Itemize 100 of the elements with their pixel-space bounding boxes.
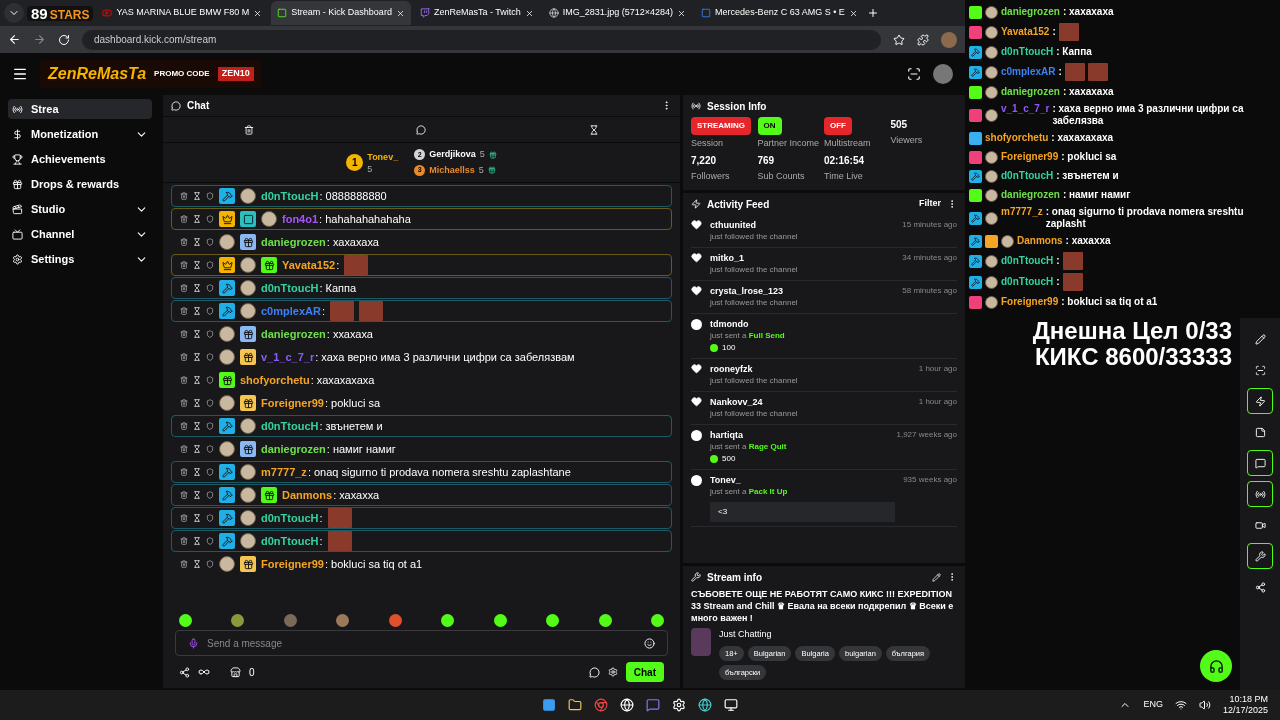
hourglass-icon[interactable] (193, 376, 201, 384)
chat-icon[interactable] (416, 124, 427, 135)
hourglass-icon[interactable] (193, 422, 201, 430)
shield-icon[interactable] (206, 514, 214, 522)
emote-icon[interactable] (493, 613, 507, 627)
sidebar-item[interactable]: Monetization (8, 124, 152, 144)
rail-button[interactable] (1247, 481, 1273, 507)
sidebar-item[interactable]: Drops & rewards (8, 174, 152, 194)
rail-button[interactable] (1247, 450, 1273, 476)
feed-action: just followed the channel (710, 231, 799, 243)
shield-icon[interactable] (206, 192, 214, 200)
sidebar-item[interactable]: Strea (8, 99, 152, 119)
language-indicator[interactable]: ENG (1143, 698, 1163, 712)
browser-icon[interactable] (594, 698, 608, 712)
hourglass-icon[interactable] (193, 238, 201, 246)
chat-button[interactable]: Chat (625, 662, 664, 682)
extensions-icon[interactable] (917, 33, 929, 46)
shield-icon[interactable] (206, 468, 214, 476)
shield-icon[interactable] (206, 445, 214, 453)
hourglass-icon[interactable] (193, 399, 201, 407)
shield-icon[interactable] (206, 215, 214, 223)
shield-icon[interactable] (206, 376, 214, 384)
reload-icon[interactable] (58, 33, 70, 46)
hourglass-icon[interactable] (193, 192, 201, 200)
hourglass-icon[interactable] (193, 307, 201, 315)
hourglass-icon[interactable] (193, 445, 201, 453)
shield-icon[interactable] (206, 353, 214, 361)
emote-icon[interactable] (598, 613, 612, 627)
filter-button[interactable]: Filter (919, 197, 941, 211)
hourglass-icon[interactable] (193, 330, 201, 338)
sidebar-item[interactable]: Settings (8, 249, 152, 269)
shield-icon[interactable] (206, 422, 214, 430)
screen-capture-icon[interactable] (907, 67, 921, 81)
close-icon[interactable] (524, 8, 534, 18)
chat-icon[interactable] (588, 666, 600, 678)
hourglass-icon[interactable] (193, 560, 201, 568)
emote-icon[interactable] (650, 613, 664, 627)
shield-icon[interactable] (206, 491, 214, 499)
chat-app-icon[interactable] (646, 698, 660, 712)
emote-icon[interactable] (441, 613, 455, 627)
rail-button[interactable] (1247, 543, 1273, 569)
shield-icon[interactable] (206, 537, 214, 545)
profile-avatar[interactable] (941, 31, 957, 48)
close-icon[interactable] (848, 8, 858, 18)
hourglass-icon[interactable] (193, 284, 201, 292)
user-avatar[interactable] (933, 64, 953, 84)
bookmark-star-icon[interactable] (893, 33, 905, 46)
support-button[interactable] (1200, 650, 1232, 682)
message-composer[interactable]: Send a message (175, 630, 668, 656)
sidebar-item[interactable]: Channel (8, 224, 152, 244)
back-icon[interactable] (8, 33, 21, 46)
emote-icon[interactable] (179, 613, 192, 627)
shield-icon[interactable] (206, 560, 214, 568)
settings-icon[interactable] (607, 667, 618, 677)
hourglass-icon[interactable] (588, 124, 599, 135)
browser-tab[interactable]: Mercedes-Benz C 63 AMG S • E (695, 1, 864, 25)
browser-tab[interactable]: YAS MARINA BLUE BMW F80 M (96, 1, 269, 25)
forward-icon[interactable] (33, 33, 46, 46)
emoji-icon[interactable] (644, 637, 655, 649)
shield-icon[interactable] (206, 330, 214, 338)
monitor-icon[interactable] (724, 698, 738, 712)
store-icon[interactable] (230, 666, 241, 678)
emote-icon[interactable] (231, 613, 245, 627)
message-input[interactable]: Send a message (207, 635, 636, 651)
browser-tab[interactable]: ZenReMasTa - Twitch (413, 1, 540, 25)
folder-icon[interactable] (568, 698, 582, 712)
sidebar-item[interactable]: Studio (8, 199, 152, 219)
hourglass-icon[interactable] (193, 491, 201, 499)
hourglass-icon[interactable] (193, 261, 201, 269)
close-icon[interactable] (253, 8, 263, 18)
close-icon[interactable] (677, 8, 687, 18)
sidebar-item[interactable]: Achievements (8, 149, 152, 169)
settings-icon[interactable] (672, 698, 686, 712)
network-icon[interactable] (1174, 699, 1187, 711)
chat-username: d0nTtoucH (261, 189, 319, 203)
browser-tab[interactable]: IMG_2831.jpg (5712×4284) (542, 1, 693, 25)
hourglass-icon[interactable] (193, 353, 201, 361)
hourglass-icon[interactable] (193, 468, 201, 476)
address-bar[interactable]: dashboard.kick.com/stream (82, 29, 881, 50)
start-icon[interactable] (542, 698, 556, 712)
shield-icon[interactable] (206, 261, 214, 269)
trash-icon[interactable] (244, 124, 255, 135)
volume-icon[interactable] (1198, 699, 1211, 711)
close-icon[interactable] (395, 8, 405, 18)
hourglass-icon[interactable] (193, 537, 201, 545)
hourglass-icon[interactable] (193, 514, 201, 522)
edit-icon[interactable] (932, 572, 941, 582)
globe-icon[interactable] (698, 698, 712, 712)
shield-icon[interactable] (206, 284, 214, 292)
hourglass-icon[interactable] (193, 215, 201, 223)
browser-tab[interactable]: Stream - Kick Dashboard (271, 1, 411, 25)
shield-icon[interactable] (206, 307, 214, 315)
microphone-icon[interactable] (188, 637, 199, 649)
new-tab-icon[interactable] (866, 7, 879, 19)
shield-icon[interactable] (206, 399, 214, 407)
menu-icon[interactable] (12, 66, 28, 82)
tab-list-button[interactable] (4, 3, 24, 23)
shield-icon[interactable] (206, 238, 214, 246)
rail-button[interactable] (1247, 388, 1273, 414)
emote-icon[interactable] (546, 613, 560, 627)
